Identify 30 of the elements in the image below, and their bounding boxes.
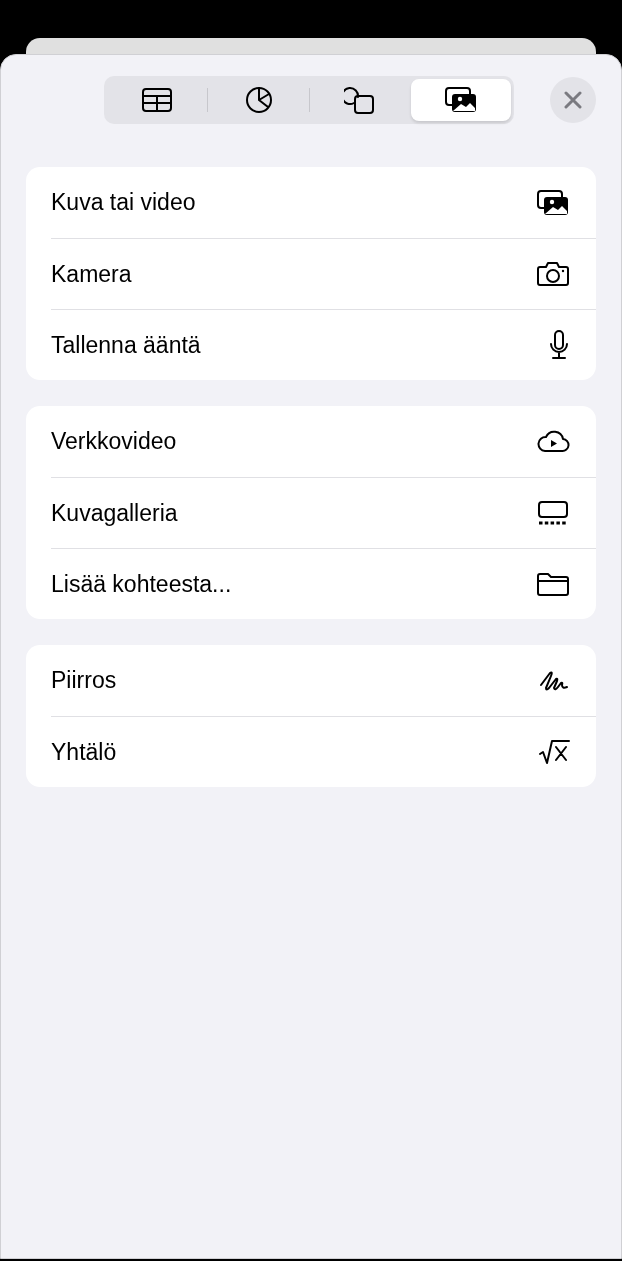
cloud-play-icon <box>536 429 570 454</box>
pie-chart-icon <box>243 85 274 115</box>
camera-icon <box>536 261 570 287</box>
square-root-icon <box>538 738 570 766</box>
menu-item-label: Kamera <box>51 259 132 289</box>
gallery-icon <box>536 500 570 526</box>
menu-item[interactable]: Piirros <box>51 645 596 716</box>
menu-item[interactable]: Kamera <box>51 238 596 309</box>
menu-item[interactable]: Yhtälö <box>51 716 596 787</box>
tab[interactable] <box>411 79 512 121</box>
menu-item-label: Piirros <box>51 666 117 696</box>
menu-item[interactable]: Kuvagalleria <box>51 477 596 548</box>
close-icon <box>564 91 583 109</box>
menu-item[interactable]: Verkkovideo <box>51 406 596 477</box>
close-button[interactable] <box>550 77 596 123</box>
menu-item-label: Tallenna ääntä <box>51 330 201 360</box>
folder-icon <box>536 571 570 597</box>
shapes-icon <box>343 85 376 115</box>
menu-item[interactable]: Lisää kohteesta... <box>51 548 596 619</box>
menu-item-label: Yhtälö <box>51 737 117 767</box>
menu-item-label: Kuvagalleria <box>51 498 178 528</box>
table-icon <box>141 87 174 113</box>
menu-item-label: Lisää kohteesta... <box>51 569 232 599</box>
menu-item-label: Verkkovideo <box>51 427 177 457</box>
photos-icon <box>444 86 479 114</box>
menu-item[interactable]: Tallenna ääntä <box>51 309 596 380</box>
menu-item-label: Kuva tai video <box>51 188 196 218</box>
microphone-icon <box>548 329 570 361</box>
menu-item[interactable]: Kuva tai video <box>51 167 596 238</box>
photos-icon <box>536 188 570 217</box>
